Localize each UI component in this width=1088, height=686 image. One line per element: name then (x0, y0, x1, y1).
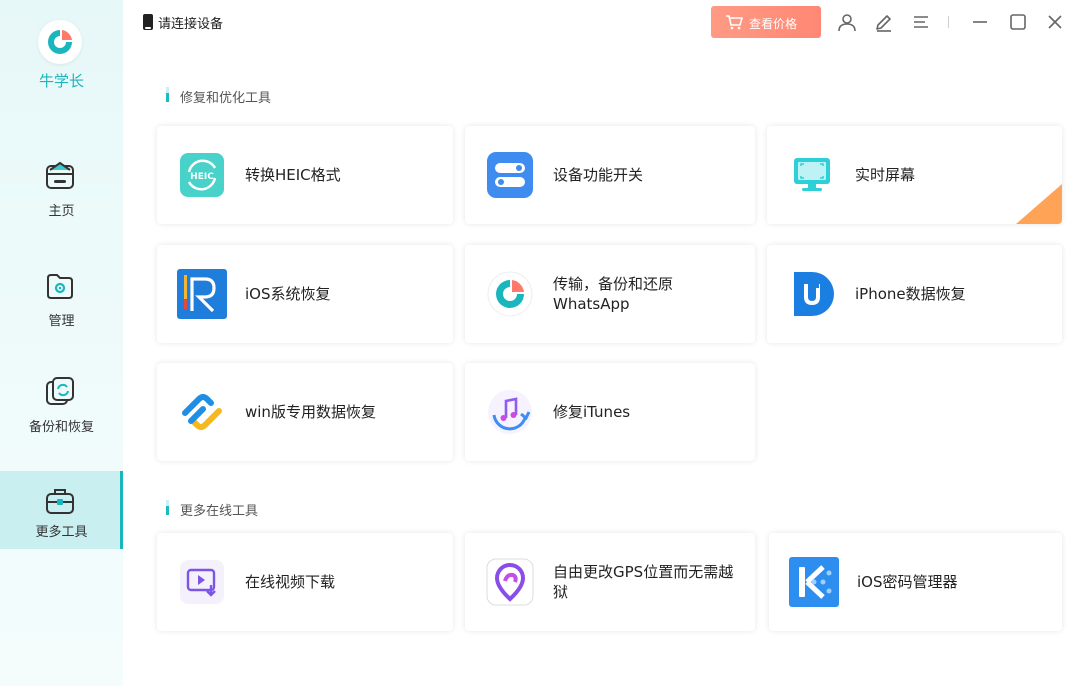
sidebar-item-home[interactable]: 主页 (0, 160, 123, 238)
card-video-download[interactable]: 在线视频下载 (157, 533, 453, 631)
card-ios-repair[interactable]: iOS系统恢复 (157, 245, 453, 343)
video-download-icon (177, 557, 227, 607)
sidebar-item-more-tools[interactable]: 更多工具 (0, 471, 123, 549)
card-iphone-recovery[interactable]: iPhone数据恢复 (767, 245, 1062, 343)
password-manager-icon (789, 557, 839, 607)
card-label: 自由更改GPS位置而无需越狱 (553, 562, 743, 602)
win-recovery-icon (177, 387, 227, 437)
card-label: 在线视频下载 (245, 572, 435, 592)
itunes-repair-icon (485, 387, 535, 437)
corner-badge-icon (1006, 178, 1062, 224)
toggle-switch-icon (485, 150, 535, 200)
card-password-manager[interactable]: iOS密码管理器 (769, 533, 1062, 631)
card-device-switch[interactable]: 设备功能开关 (465, 126, 755, 224)
sidebar-item-label: 备份和恢复 (0, 416, 123, 435)
maximize-icon[interactable] (1008, 12, 1028, 32)
backup-restore-icon (44, 376, 76, 408)
card-win-recovery[interactable]: win版专用数据恢复 (157, 363, 453, 461)
card-itunes-repair[interactable]: 修复iTunes (465, 363, 755, 461)
sidebar-item-label: 管理 (0, 310, 123, 329)
sidebar-item-label: 更多工具 (0, 521, 123, 540)
iphone-recovery-icon (787, 269, 837, 319)
heic-convert-icon: HEIC (177, 150, 227, 200)
section-title-repair-tools: 修复和优化工具 (168, 87, 259, 106)
phone-connect-icon (142, 13, 154, 31)
card-label: iOS系统恢复 (245, 284, 435, 304)
svg-text:HEIC: HEIC (190, 172, 214, 182)
menu-icon[interactable] (911, 12, 931, 32)
connection-status: 请连接设备 (158, 13, 223, 32)
ios-repair-icon (177, 269, 227, 319)
close-icon[interactable] (1045, 12, 1065, 32)
sidebar: 牛学长 主页 管理 备份和恢复 (0, 0, 123, 686)
gps-location-icon (485, 557, 535, 607)
home-icon (44, 160, 76, 192)
card-label: 修复iTunes (553, 402, 743, 422)
whatsapp-transfer-icon (485, 269, 535, 319)
sidebar-item-manage[interactable]: 管理 (0, 270, 123, 348)
card-label: 传输，备份和还原WhatsApp (553, 274, 743, 314)
card-label: iOS密码管理器 (857, 572, 1047, 592)
brand-name: 牛学长 (0, 70, 123, 91)
card-gps-location[interactable]: 自由更改GPS位置而无需越狱 (465, 533, 755, 631)
section-title-online-tools: 更多在线工具 (168, 500, 246, 519)
card-label: 设备功能开关 (553, 165, 743, 185)
card-label: iPhone数据恢复 (855, 284, 1045, 304)
app-logo (38, 20, 82, 64)
cart-icon (725, 14, 743, 30)
view-price-button[interactable]: 查看价格 (711, 6, 821, 38)
monitor-icon (787, 150, 837, 200)
toolbar-divider (948, 16, 949, 28)
card-label: 转换HEIC格式 (245, 165, 435, 185)
view-price-label: 查看价格 (749, 15, 797, 32)
card-whatsapp-transfer[interactable]: 传输，备份和还原WhatsApp (465, 245, 755, 343)
card-label: win版专用数据恢复 (245, 402, 435, 422)
toolbox-icon (44, 485, 76, 517)
card-live-screen[interactable]: 实时屏幕 (767, 126, 1062, 224)
user-icon[interactable] (837, 12, 857, 32)
sidebar-item-label: 主页 (0, 200, 123, 219)
logo-icon (42, 24, 78, 60)
folder-gear-icon (44, 270, 76, 302)
edit-icon[interactable] (874, 12, 894, 32)
card-heic-convert[interactable]: HEIC 转换HEIC格式 (157, 126, 453, 224)
minimize-icon[interactable] (970, 12, 990, 32)
sidebar-item-backup[interactable]: 备份和恢复 (0, 376, 123, 454)
